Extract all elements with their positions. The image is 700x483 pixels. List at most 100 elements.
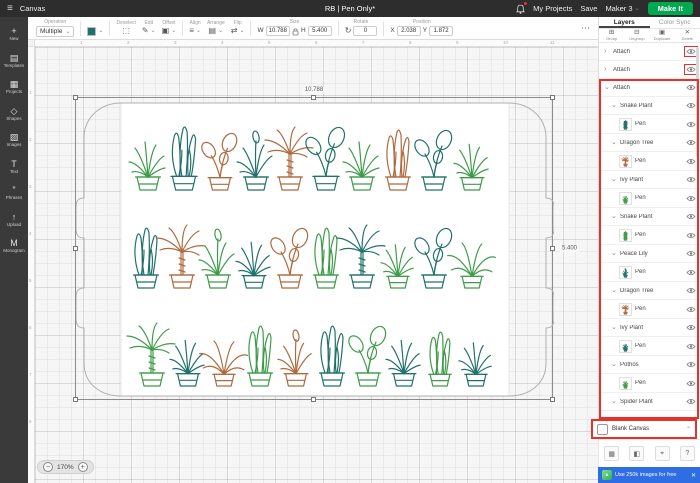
rotate-input[interactable]: 0 xyxy=(353,26,378,36)
chevron-down-icon[interactable]: ⌄ xyxy=(611,398,617,405)
visibility-eye-icon[interactable] xyxy=(686,380,696,387)
deselect-icon[interactable]: ⬚ xyxy=(122,27,130,35)
resize-handle-left[interactable] xyxy=(73,245,78,251)
tab-layers[interactable]: Layers xyxy=(599,17,650,28)
resize-handle-top-right[interactable] xyxy=(550,95,555,100)
chevron-down-icon[interactable]: ⌄ xyxy=(611,139,617,146)
chevron-down-icon[interactable]: ⌄ xyxy=(604,84,610,91)
rotate-icon[interactable]: ↻ xyxy=(345,27,352,35)
layer-row[interactable]: Pen xyxy=(599,337,700,356)
chevron-right-icon[interactable]: › xyxy=(604,66,610,73)
my-projects-link[interactable]: My Projects xyxy=(533,4,572,13)
scrollbar[interactable] xyxy=(696,47,699,157)
visibility-eye-icon[interactable] xyxy=(686,84,696,91)
resize-handle-top[interactable] xyxy=(311,95,316,100)
layer-row[interactable]: Pen xyxy=(599,115,700,134)
resize-handle-bottom[interactable] xyxy=(311,397,316,402)
sidebar-item-upload[interactable]: ↑ Upload xyxy=(0,207,28,234)
visibility-eye-icon[interactable] xyxy=(686,121,696,128)
tab-color-sync[interactable]: Color Sync xyxy=(650,17,700,28)
operation-dropdown[interactable]: Multiple ⌄ xyxy=(36,25,75,37)
visibility-eye-icon[interactable] xyxy=(686,232,696,239)
chevron-down-icon[interactable]: ⌄ xyxy=(611,213,617,220)
resize-handle-right[interactable] xyxy=(550,245,555,251)
notifications-bell-icon[interactable] xyxy=(516,1,528,14)
layer-row[interactable]: Pen xyxy=(599,300,700,319)
layer-row[interactable]: Pen xyxy=(599,226,700,245)
sidebar-item-phrases[interactable]: ” Phrases xyxy=(0,180,28,207)
layer-group-row[interactable]: ⌄ Attach xyxy=(599,79,700,97)
layer-group-row[interactable]: › Attach xyxy=(599,61,700,79)
hamburger-menu-icon[interactable]: ≡ xyxy=(7,3,13,14)
layer-row[interactable]: Pen xyxy=(599,374,700,393)
chevron-down-icon[interactable]: ⌄ xyxy=(611,102,617,109)
layer-group-row[interactable]: ⌄ Ivy Plant xyxy=(599,319,700,337)
visibility-eye-icon[interactable] xyxy=(686,269,696,276)
layer-group-row[interactable]: ⌄ Snake Plant xyxy=(599,208,700,226)
layer-group-row[interactable]: ⌄ Peace Lily xyxy=(599,245,700,263)
resize-handle-bottom-right[interactable] xyxy=(550,397,555,402)
duplicate-button[interactable]: ▣ Duplicate xyxy=(650,30,675,41)
flip-dropdown[interactable]: ⇄ ⌄ xyxy=(231,27,245,35)
layer-row[interactable]: Pen xyxy=(599,152,700,171)
promo-banner[interactable]: ▲ Use 250k images for free ✕ xyxy=(598,467,700,483)
visibility-eye-icon[interactable] xyxy=(684,64,698,75)
visibility-eye-icon[interactable] xyxy=(686,361,696,368)
save-link[interactable]: Save xyxy=(580,4,597,13)
plant-tray-design[interactable] xyxy=(75,98,555,401)
visibility-eye-icon[interactable] xyxy=(686,250,696,257)
layer-group-row[interactable]: ⌄ Dragon Tree xyxy=(599,282,700,300)
blank-canvas-selector[interactable]: Blank Canvas ⌃ xyxy=(591,419,697,439)
visibility-eye-icon[interactable] xyxy=(686,398,696,405)
width-input[interactable]: 10.788 xyxy=(265,26,290,36)
canvas-area[interactable]: 1 2 3 4 5 6 7 8 9 10 11 12345678 10.788 5.400 − 17… xyxy=(28,40,598,483)
selection-bounding-box[interactable]: 10.788 5.400 xyxy=(73,87,579,402)
visibility-eye-icon[interactable] xyxy=(684,46,698,57)
sidebar-item-shapes[interactable]: ◇ Shapes xyxy=(0,101,28,128)
layer-group-row[interactable]: › Attach xyxy=(599,43,700,61)
chevron-down-icon[interactable]: ⌄ xyxy=(611,361,617,368)
chevron-down-icon[interactable]: ⌄ xyxy=(611,287,617,294)
help-icon[interactable]: ? xyxy=(679,446,695,461)
layer-group-row[interactable]: ⌄ Ivy Plant xyxy=(599,171,700,189)
group-button[interactable]: ⊞ Group xyxy=(599,30,624,41)
visibility-eye-icon[interactable] xyxy=(686,102,696,109)
height-input[interactable]: 5.400 xyxy=(307,26,332,36)
position-x-input[interactable]: 2.038 xyxy=(396,26,421,36)
edit-dropdown[interactable]: ✎ ⌄ xyxy=(142,27,156,35)
resize-handle-bottom-left[interactable] xyxy=(73,397,78,402)
sidebar-item-projects[interactable]: ▦ Projects xyxy=(0,74,28,101)
visibility-eye-icon[interactable] xyxy=(686,213,696,220)
zoom-in-button[interactable]: + xyxy=(77,462,88,472)
arrange-dropdown[interactable]: ▤ ⌄ xyxy=(209,27,224,35)
layer-group-row[interactable]: ⌄ Spider Plant xyxy=(599,393,700,411)
chevron-down-icon[interactable]: ⌄ xyxy=(611,176,617,183)
visibility-eye-icon[interactable] xyxy=(686,287,696,294)
chevron-right-icon[interactable]: › xyxy=(604,48,610,55)
close-icon[interactable]: ✕ xyxy=(691,472,696,479)
visibility-eye-icon[interactable] xyxy=(686,324,696,331)
sidebar-item-text[interactable]: T Text xyxy=(0,154,28,181)
visibility-eye-icon[interactable] xyxy=(686,158,696,165)
sidebar-item-templates[interactable]: ▤ Templates xyxy=(0,48,28,75)
visibility-eye-icon[interactable] xyxy=(686,176,696,183)
chevron-down-icon[interactable]: ⌄ xyxy=(611,250,617,257)
visibility-eye-icon[interactable] xyxy=(686,139,696,146)
layer-group-row[interactable]: ⌄ Pothos xyxy=(599,356,700,374)
layer-group-row[interactable]: ⌄ Snake Plant xyxy=(599,97,700,115)
offset-dropdown[interactable]: ▣ ⌄ xyxy=(162,27,177,35)
sidebar-item-images[interactable]: ▨ Images xyxy=(0,127,28,154)
layer-row[interactable]: Pen xyxy=(599,263,700,282)
visibility-eye-icon[interactable] xyxy=(686,306,696,313)
ungroup-button[interactable]: ⊟ Ungroup xyxy=(624,30,649,41)
lock-aspect-icon[interactable] xyxy=(292,27,299,36)
delete-button[interactable]: ✕ Delete xyxy=(675,30,700,41)
make-it-button[interactable]: Make It xyxy=(647,2,693,15)
resize-handle-top-left[interactable] xyxy=(73,95,78,100)
position-y-input[interactable]: 1.872 xyxy=(429,26,454,36)
align-dropdown[interactable]: ≡ ⌄ xyxy=(189,27,201,35)
mat-icon[interactable]: ▦ xyxy=(604,446,620,461)
guides-icon[interactable]: ⌖ xyxy=(654,446,670,461)
visibility-eye-icon[interactable] xyxy=(686,195,696,202)
sidebar-item-new[interactable]: + New xyxy=(0,21,28,48)
